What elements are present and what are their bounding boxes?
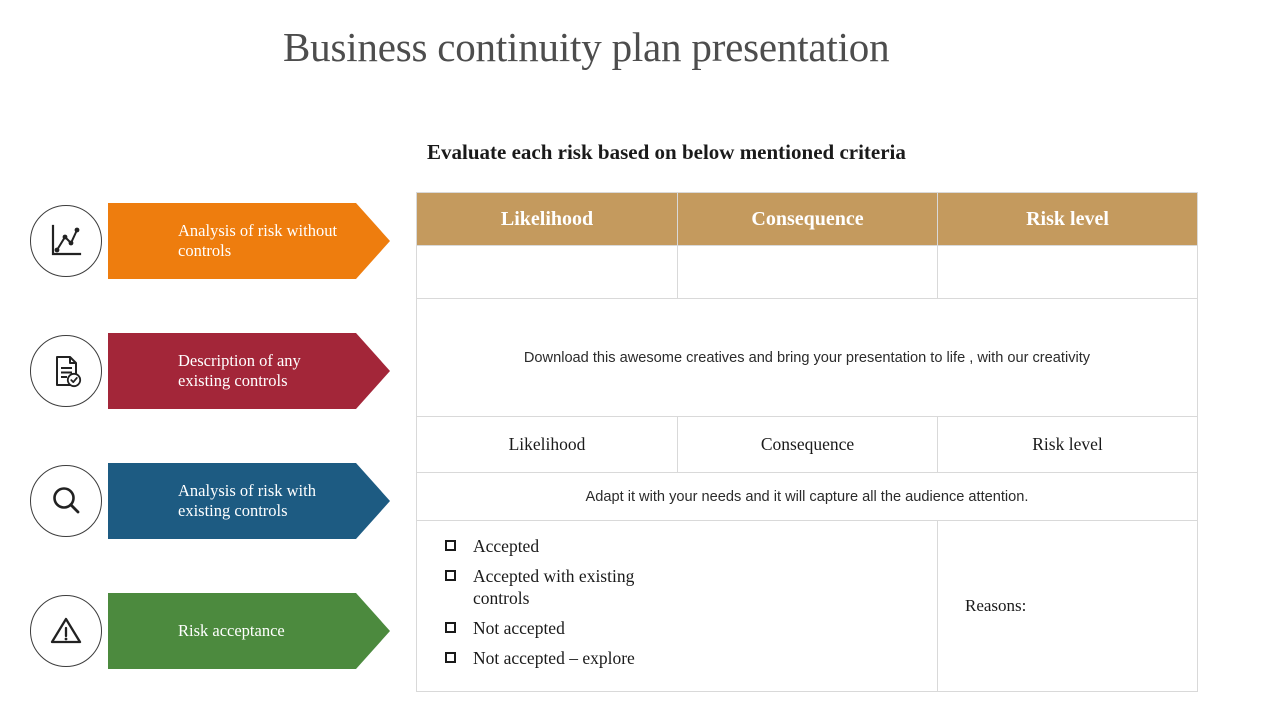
step-label-0: Analysis of risk without controls [178,221,338,260]
step-item-analysis-with-controls[interactable]: Analysis of risk with existing controls [30,463,390,539]
cell-sub-header-likelihood: Likelihood [416,416,678,473]
step-item-description-existing-controls[interactable]: Description of any existing controls [30,333,390,409]
step-label-3: Risk acceptance [178,621,285,640]
presentation-slide: Business continuity plan presentation Ev… [0,0,1280,720]
cell-blank-consequence[interactable] [677,245,938,299]
cell-sub-header-consequence: Consequence [677,416,938,473]
acceptance-option-0[interactable]: Accepted [445,535,937,557]
acceptance-option-label-0: Accepted [473,536,540,556]
acceptance-option-label-1: Accepted with existing controls [473,566,635,608]
section-subtitle: Evaluate each risk based on below mentio… [427,140,906,164]
step-label-1: Description of any existing controls [178,351,301,390]
step-banner-3[interactable]: Risk acceptance [108,593,390,669]
page-title: Business continuity plan presentation [283,24,890,70]
cell-merged-note-2: Adapt it with your needs and it will cap… [416,472,1198,521]
acceptance-option-2[interactable]: Not accepted [445,617,937,639]
checkbox-icon[interactable] [445,622,456,633]
cell-sub-header-risk-level: Risk level [937,416,1198,473]
step-banner-0[interactable]: Analysis of risk without controls [108,203,390,279]
table-row-sub-headers: Likelihood Consequence Risk level [416,416,1198,473]
acceptance-option-3[interactable]: Not accepted – explore [445,647,937,669]
checkbox-icon[interactable] [445,540,456,551]
magnifier-icon [30,465,102,537]
cell-reasons[interactable]: Reasons: [937,520,1198,692]
column-header-likelihood: Likelihood [416,192,678,246]
table-row-acceptance: Accepted Accepted with existing controls… [416,520,1198,692]
column-header-risk-level: Risk level [937,192,1198,246]
step-item-risk-acceptance[interactable]: Risk acceptance [30,593,390,669]
step-label-2: Analysis of risk with existing controls [178,481,316,520]
line-chart-icon [30,205,102,277]
cell-blank-risk-level[interactable] [937,245,1198,299]
checkbox-icon[interactable] [445,570,456,581]
table-row-note-2: Adapt it with your needs and it will cap… [416,472,1198,521]
checkbox-icon[interactable] [445,652,456,663]
cell-blank-likelihood[interactable] [416,245,678,299]
step-banner-2[interactable]: Analysis of risk with existing controls [108,463,390,539]
column-header-consequence: Consequence [677,192,938,246]
criteria-table: Likelihood Consequence Risk level Downlo… [416,192,1198,692]
acceptance-option-1[interactable]: Accepted with existing controls [445,565,937,609]
table-header-row: Likelihood Consequence Risk level [416,192,1198,246]
acceptance-option-label-2: Not accepted [473,618,565,638]
cell-acceptance-options: Accepted Accepted with existing controls… [416,520,938,692]
step-item-analysis-without-controls[interactable]: Analysis of risk without controls [30,203,390,279]
step-banner-1[interactable]: Description of any existing controls [108,333,390,409]
warning-triangle-icon [30,595,102,667]
cell-merged-note-1: Download this awesome creatives and brin… [416,298,1198,417]
table-row-blank [416,245,1198,299]
acceptance-option-label-3: Not accepted – explore [473,648,635,668]
table-row-note-1: Download this awesome creatives and brin… [416,298,1198,417]
document-check-icon [30,335,102,407]
